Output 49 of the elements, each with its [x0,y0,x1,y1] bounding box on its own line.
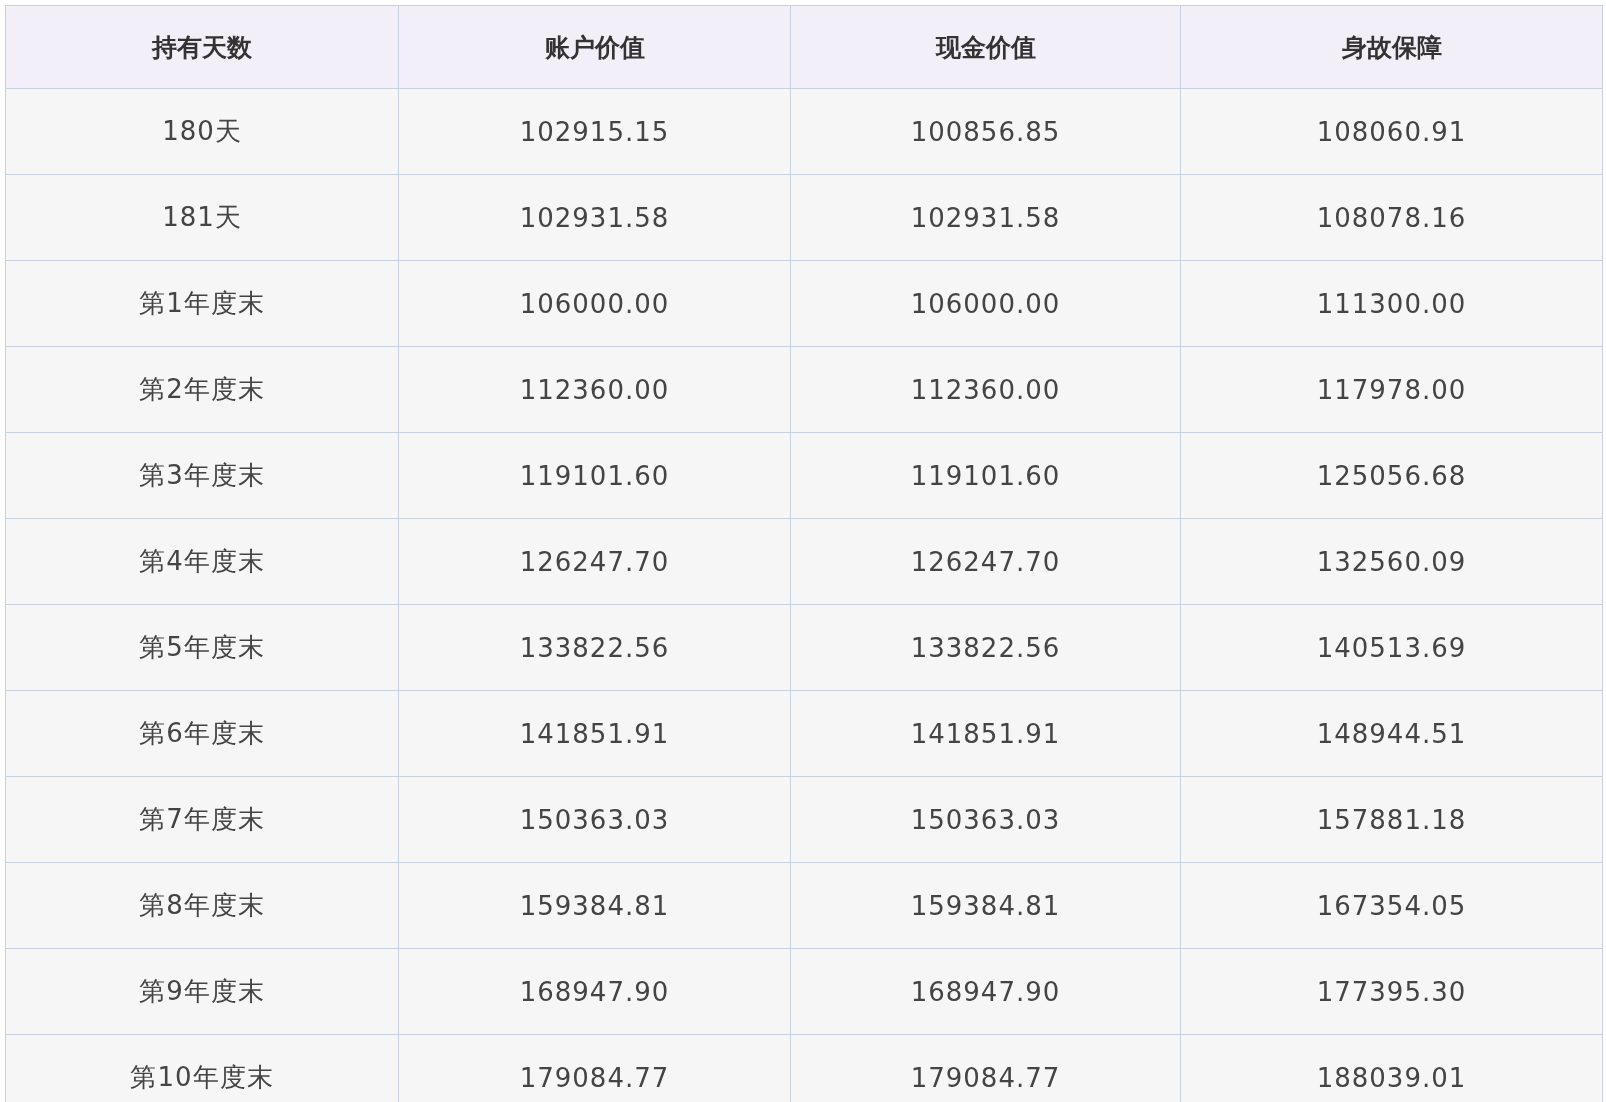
table-cell: 第7年度末 [5,776,399,863]
table-cell: 102931.58 [398,174,791,261]
table-cell: 第10年度末 [5,1034,399,1102]
column-header: 持有天数 [5,5,399,89]
table-cell: 148944.51 [1180,690,1603,777]
table-cell: 150363.03 [398,776,791,863]
table-cell: 132560.09 [1180,518,1603,605]
table-cell: 111300.00 [1180,260,1603,347]
table-cell: 100856.85 [790,88,1181,175]
table-cell: 177395.30 [1180,948,1603,1035]
table-cell: 102915.15 [398,88,791,175]
table-cell: 141851.91 [398,690,791,777]
table-cell: 133822.56 [398,604,791,691]
table-cell: 181天 [5,174,399,261]
table-cell: 第2年度末 [5,346,399,433]
table-cell: 108078.16 [1180,174,1603,261]
table-cell: 106000.00 [398,260,791,347]
table-cell: 157881.18 [1180,776,1603,863]
table-cell: 168947.90 [398,948,791,1035]
table-cell: 112360.00 [398,346,791,433]
column-header: 现金价值 [790,5,1181,89]
table-cell: 119101.60 [398,432,791,519]
table-cell: 第5年度末 [5,604,399,691]
column-header: 身故保障 [1180,5,1603,89]
table-cell: 180天 [5,88,399,175]
table-cell: 第1年度末 [5,260,399,347]
table-cell: 第4年度末 [5,518,399,605]
table-cell: 第6年度末 [5,690,399,777]
table-cell: 126247.70 [398,518,791,605]
table-cell: 125056.68 [1180,432,1603,519]
table-cell: 140513.69 [1180,604,1603,691]
table-cell: 150363.03 [790,776,1181,863]
table-cell: 167354.05 [1180,862,1603,949]
table-cell: 108060.91 [1180,88,1603,175]
table-cell: 133822.56 [790,604,1181,691]
table-cell: 117978.00 [1180,346,1603,433]
table-cell: 112360.00 [790,346,1181,433]
column-header: 账户价值 [398,5,791,89]
table-cell: 119101.60 [790,432,1181,519]
table-cell: 第8年度末 [5,862,399,949]
table-cell: 102931.58 [790,174,1181,261]
table-cell: 106000.00 [790,260,1181,347]
table-cell: 第9年度末 [5,948,399,1035]
table-cell: 141851.91 [790,690,1181,777]
table-cell: 159384.81 [398,862,791,949]
table-cell: 168947.90 [790,948,1181,1035]
table-cell: 159384.81 [790,862,1181,949]
table-cell: 126247.70 [790,518,1181,605]
table-cell: 第3年度末 [5,432,399,519]
